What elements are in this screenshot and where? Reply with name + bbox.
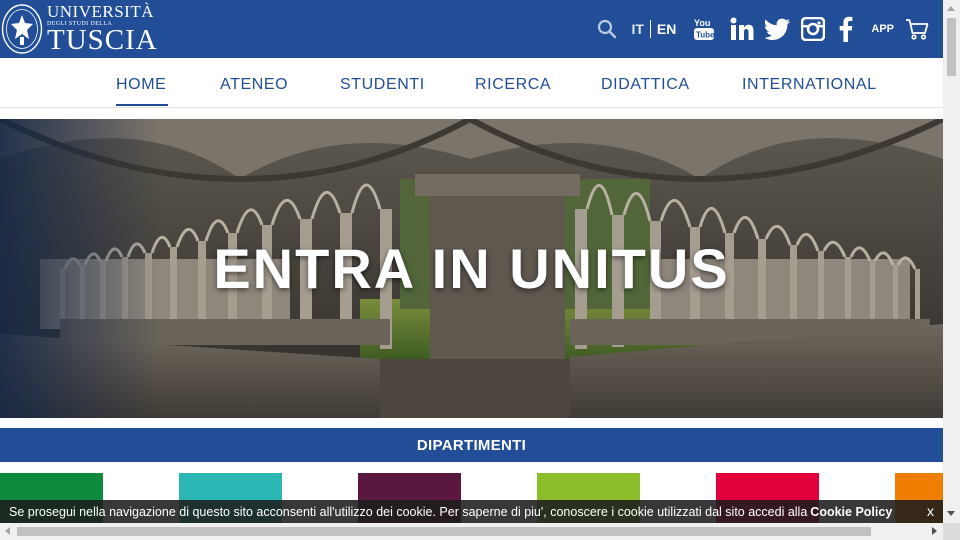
app-link[interactable]: APP xyxy=(871,23,894,35)
page: UNIVERSITÀ DEGLI STUDI DELLA TUSCIA IT E… xyxy=(0,0,960,540)
hero-title: ENTRA IN UNITUS xyxy=(213,237,730,300)
facebook-icon[interactable] xyxy=(839,16,853,42)
university-seal-icon xyxy=(1,4,43,54)
language-it-link[interactable]: IT xyxy=(625,21,649,37)
youtube-icon[interactable]: You Tube xyxy=(694,17,715,41)
cookie-banner: Se prosegui nella navigazione di questo … xyxy=(0,500,943,523)
twitter-icon[interactable] xyxy=(765,18,791,40)
top-bar: UNIVERSITÀ DEGLI STUDI DELLA TUSCIA IT E… xyxy=(0,0,943,58)
cart-icon[interactable] xyxy=(905,18,929,40)
top-actions: IT EN You Tube APP xyxy=(597,0,929,58)
linkedin-icon[interactable] xyxy=(730,17,754,41)
scroll-down-arrow-icon[interactable] xyxy=(947,511,955,516)
svg-text:You: You xyxy=(694,18,710,28)
university-logo[interactable]: UNIVERSITÀ DEGLI STUDI DELLA TUSCIA xyxy=(0,2,158,56)
nav-item-international[interactable]: INTERNATIONAL xyxy=(742,76,877,94)
nav-item-studenti[interactable]: STUDENTI xyxy=(340,76,425,94)
main-nav: HOME ATENEO STUDENTI RICERCA DIDATTICA I… xyxy=(0,58,943,108)
language-en-link[interactable]: EN xyxy=(651,21,682,37)
brand-line3: TUSCIA xyxy=(47,24,158,56)
nav-item-home[interactable]: HOME xyxy=(116,76,166,94)
search-icon[interactable] xyxy=(597,19,617,39)
vertical-scrollbar[interactable] xyxy=(943,0,960,523)
departments-header: DIPARTIMENTI xyxy=(0,428,943,462)
vertical-scrollbar-thumb[interactable] xyxy=(947,18,956,76)
hero-banner[interactable]: ENTRA IN UNITUS xyxy=(0,119,943,418)
nav-item-didattica[interactable]: DIDATTICA xyxy=(601,76,690,94)
cookie-text: Se prosegui nella navigazione di questo … xyxy=(9,504,808,519)
horizontal-scrollbar[interactable] xyxy=(0,523,943,540)
nav-item-ateneo[interactable]: ATENEO xyxy=(220,76,288,94)
scroll-left-arrow-icon[interactable] xyxy=(5,527,10,535)
instagram-icon[interactable] xyxy=(801,17,826,41)
scroll-right-arrow-icon[interactable] xyxy=(932,527,937,535)
brand-line1: UNIVERSITÀ xyxy=(47,2,154,21)
scrollbar-corner xyxy=(943,523,960,540)
svg-text:Tube: Tube xyxy=(696,31,714,40)
cookie-close-button[interactable]: x xyxy=(927,503,934,519)
nav-active-indicator xyxy=(116,104,168,106)
scroll-up-arrow-icon[interactable] xyxy=(947,6,955,11)
horizontal-scrollbar-thumb[interactable] xyxy=(17,527,871,536)
nav-item-ricerca[interactable]: RICERCA xyxy=(475,76,551,94)
cookie-policy-link[interactable]: Cookie Policy xyxy=(810,505,892,519)
